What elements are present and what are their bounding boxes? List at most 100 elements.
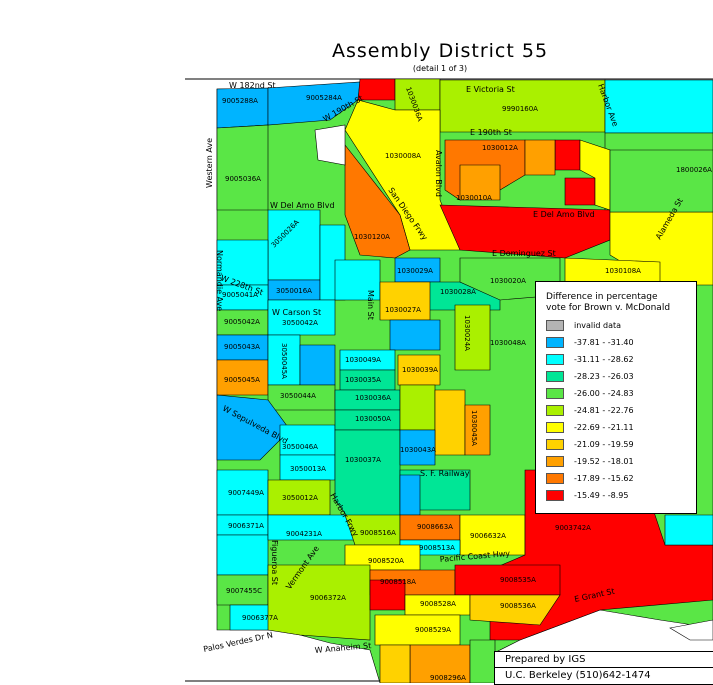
precinct-label: 3050045A — [280, 343, 288, 379]
street-label: Western Ave — [205, 138, 214, 188]
precinct-label: 9008296A — [430, 674, 466, 682]
legend-swatch — [546, 371, 564, 382]
precinct-top-right-cyan — [604, 79, 713, 134]
precinct-9005288A — [216, 87, 269, 129]
legend-label: -15.49 - -8.95 — [574, 491, 629, 500]
precinct-label: 1030008A — [385, 152, 421, 160]
precinct-label: 1030028A — [440, 288, 476, 296]
legend-item: invalid data — [546, 320, 696, 334]
street-label: Main St — [366, 290, 375, 320]
precinct-label: 3050042A — [282, 319, 318, 327]
precinct-label: 1030020A — [490, 277, 526, 285]
legend-title: Difference in percentage vote for Brown … — [546, 292, 696, 314]
legend-item: -15.49 - -8.95 — [546, 490, 696, 504]
street-label: E Dominguez St — [492, 249, 556, 258]
precinct-label: 1030027A — [385, 306, 421, 314]
precinct-label: 3050012A — [282, 494, 318, 502]
precinct-s-main — [399, 474, 421, 516]
legend-item: -21.09 - -19.59 — [546, 439, 696, 453]
street-label: Palos Verdes Dr N — [203, 630, 274, 654]
precinct-label: 1030050A — [355, 415, 391, 423]
precinct-label: 3050016A — [276, 287, 312, 295]
map-notch — [314, 124, 346, 166]
precinct-1800026A — [609, 149, 713, 213]
precinct-9006379A — [216, 534, 269, 576]
legend-item: -31.11 - -28.62 — [546, 354, 696, 368]
precinct-green-bottom — [469, 639, 496, 683]
precinct-right-cyan-2 — [664, 514, 713, 546]
precinct-label: 9008516A — [360, 529, 396, 537]
legend-swatch — [546, 422, 564, 433]
street-label: E Victoria St — [466, 85, 515, 94]
precinct-label: 9008518A — [380, 578, 416, 586]
legend-swatch — [546, 354, 564, 365]
credit-line: Prepared by IGS — [505, 654, 586, 665]
street-label: Figueroa St — [270, 540, 279, 585]
precinct-label: 1030045A — [470, 410, 478, 446]
legend-swatch — [546, 490, 564, 501]
precinct-label: 9005045A — [224, 376, 260, 384]
legend-swatch — [546, 473, 564, 484]
legend-item: -26.00 - -24.83 — [546, 388, 696, 402]
precinct-label: 9005036A — [225, 175, 261, 183]
precinct-1030038A — [399, 384, 436, 431]
legend-item: -28.23 - -26.03 — [546, 371, 696, 385]
precinct-9005036A — [216, 124, 269, 211]
map-subtitle: (detail 1 of 3) — [412, 64, 468, 73]
precinct-3050041A — [299, 344, 336, 386]
precinct-label: 9007455C — [226, 587, 262, 595]
legend-item: -37.81 - -31.40 — [546, 337, 696, 351]
legend-item: -19.52 - -18.01 — [546, 456, 696, 470]
legend-swatch — [546, 320, 564, 331]
precinct-3050042A — [267, 299, 336, 336]
precinct-orange-190 — [524, 139, 556, 176]
legend-label: -28.23 - -26.03 — [574, 372, 634, 381]
legend-label: -17.89 - -15.62 — [574, 474, 634, 483]
precinct-label: 9006372A — [310, 594, 346, 602]
precinct-label: 1030010A — [456, 194, 492, 202]
credit-box: Prepared by IGS U.C. Berkeley (510)642-1… — [494, 651, 713, 685]
legend-swatch — [546, 456, 564, 467]
precinct-1030031A — [389, 319, 441, 351]
precinct-label: 1030029A — [397, 267, 433, 275]
legend-swatch — [546, 405, 564, 416]
precinct-label: 9008520A — [368, 557, 404, 565]
precinct-label: 9006371A — [228, 522, 264, 530]
legend-label: -22.69 - -21.11 — [574, 423, 634, 432]
precinct-label: 1030039A — [402, 366, 438, 374]
legend-title-line: Difference in percentage — [546, 292, 658, 302]
legend-swatch — [546, 439, 564, 450]
precinct-1030042A — [434, 389, 466, 456]
precinct-label: 9008513A — [419, 544, 455, 552]
street-label: W Anaheim St — [314, 641, 371, 655]
street-label: S. F. Railway — [420, 469, 470, 478]
precinct-label: 9008528A — [420, 600, 456, 608]
map-title: Assembly District 55 — [331, 40, 549, 62]
legend-title-line: vote for Brown v. McDonald — [546, 303, 671, 313]
precinct-label: 1030036A — [355, 394, 391, 402]
precinct-yellow-bottom — [379, 644, 411, 683]
street-label: W Del Amo Blvd — [270, 201, 335, 210]
precinct-1030024A — [454, 304, 491, 371]
precinct-label: 9007449A — [228, 489, 264, 497]
legend-item: -17.89 - -15.62 — [546, 473, 696, 487]
precinct-red-190b — [564, 177, 596, 206]
precinct-label: 1030012A — [482, 144, 518, 152]
precinct-label: 3050046A — [282, 443, 318, 451]
street-label: Avalon Blvd — [434, 150, 443, 197]
precinct-9006372A — [267, 564, 371, 641]
precinct-red-top — [357, 78, 396, 101]
precinct-label: 9008663A — [417, 523, 453, 531]
precinct-label: 1030037A — [345, 456, 381, 464]
precinct-label: 9005042A — [224, 318, 260, 326]
legend-label: -19.52 - -18.01 — [574, 457, 634, 466]
precinct-label: 9005041A — [222, 291, 258, 299]
precinct-label: 1030024A — [463, 315, 471, 351]
precinct-label: 3050044A — [280, 392, 316, 400]
street-label: E 190th St — [470, 128, 512, 137]
street-label: W 182nd St — [229, 81, 276, 90]
legend-label: -21.09 - -19.59 — [574, 440, 634, 449]
street-label: W Carson St — [272, 308, 321, 317]
legend-label: invalid data — [574, 321, 622, 330]
street-label: E Del Amo Blvd — [533, 210, 595, 219]
